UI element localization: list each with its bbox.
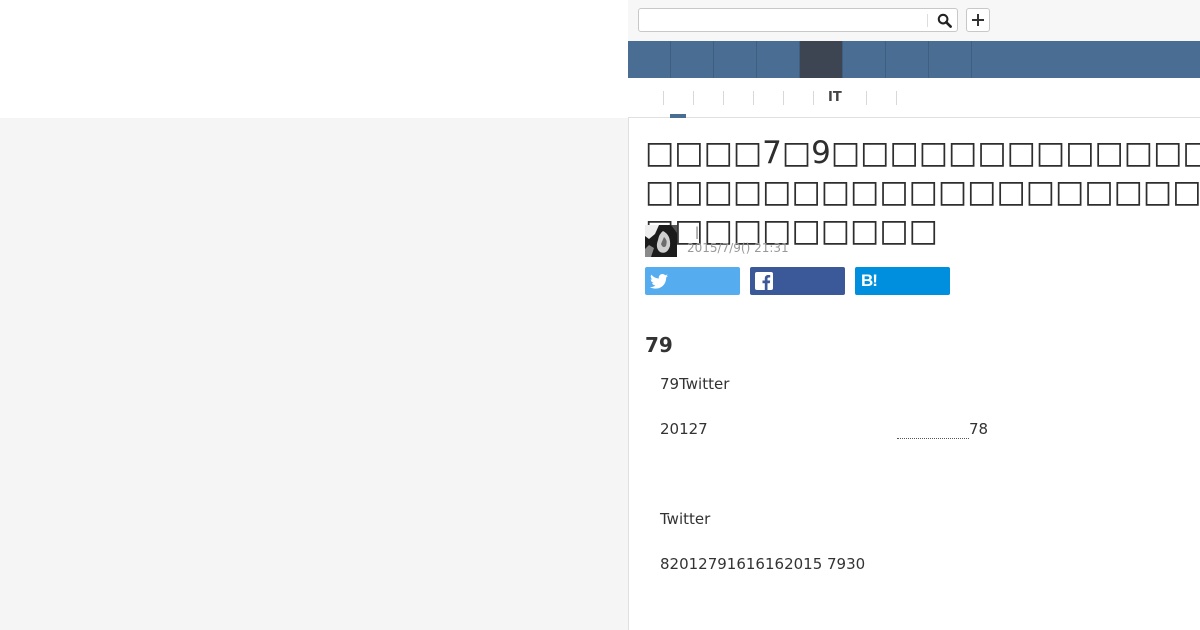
page-column: IT □□□□7□9□□□□□□□□□□□□□□□□□□□□□□□□□□□□□□…	[628, 0, 1200, 630]
article-paragraph: 82012791616162015 7930	[660, 555, 866, 573]
article-heading: 79	[645, 333, 673, 357]
subnav-item-it[interactable]: IT	[828, 90, 842, 105]
article-paragraph-end: 78	[969, 420, 989, 438]
subnav-divider	[723, 91, 724, 105]
category-nav	[628, 41, 1200, 78]
search-input[interactable]	[639, 9, 927, 31]
nav-item[interactable]	[671, 41, 714, 78]
subnav-divider	[896, 91, 897, 105]
nav-item[interactable]	[929, 41, 972, 78]
twitter-share-button[interactable]	[645, 267, 740, 295]
nav-filler	[972, 41, 1200, 78]
subnav-divider	[866, 91, 867, 105]
hatena-bookmark-button[interactable]: B!	[855, 267, 950, 295]
article-paragraph: 79Twitter	[660, 375, 730, 393]
nav-item-active[interactable]	[800, 41, 843, 78]
sub-category-nav: IT	[628, 78, 1200, 118]
subnav-divider	[813, 91, 814, 105]
plus-icon	[972, 14, 984, 26]
subnav-divider	[783, 91, 784, 105]
search-button[interactable]	[931, 9, 957, 31]
add-button[interactable]	[966, 8, 990, 32]
publish-date: 2015/7/9() 21:31	[687, 241, 789, 255]
twitter-icon	[650, 273, 668, 289]
search-divider	[927, 14, 928, 27]
search-icon	[937, 13, 952, 28]
nav-item[interactable]	[757, 41, 800, 78]
author-separator: |	[695, 225, 700, 239]
article-content: □□□□7□9□□□□□□□□□□□□□□□□□□□□□□□□□□□□□□□□□…	[628, 118, 1200, 630]
nav-item[interactable]	[628, 41, 671, 78]
hatena-bookmark-icon: B!	[861, 271, 878, 290]
subnav-divider	[663, 91, 664, 105]
article-paragraph: Twitter	[660, 510, 711, 528]
avatar[interactable]	[645, 225, 677, 257]
facebook-icon	[755, 272, 773, 290]
subnav-divider	[693, 91, 694, 105]
article-paragraph: 20127	[660, 420, 708, 438]
top-search-bar	[628, 0, 1200, 42]
facebook-share-button[interactable]	[750, 267, 845, 295]
subnav-divider	[753, 91, 754, 105]
inline-link[interactable]	[897, 438, 969, 439]
left-gray-panel	[0, 118, 628, 630]
nav-item[interactable]	[843, 41, 886, 78]
article-title: □□□□7□9□□□□□□□□□□□□□□□□□□□□□□□□□□□□□□□□□…	[645, 135, 1200, 249]
nav-item[interactable]	[714, 41, 757, 78]
search-box	[638, 8, 958, 32]
nav-item[interactable]	[886, 41, 929, 78]
left-blank-area	[0, 0, 628, 118]
